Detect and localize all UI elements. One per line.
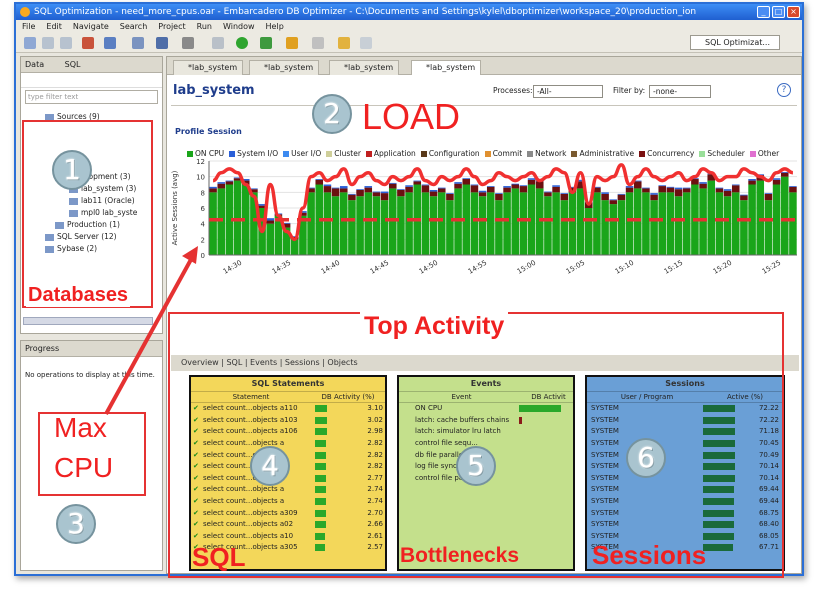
callout-badge-6: 6 xyxy=(626,438,666,478)
max-cpu-arrow-line xyxy=(104,253,196,415)
bottlenecks-annotation: Bottlenecks xyxy=(400,544,520,567)
sql-annotation: SQL xyxy=(192,542,246,572)
callout-badge-3: 3 xyxy=(56,504,96,544)
callout-badge-4: 4 xyxy=(250,446,290,486)
callout-badge-5: 5 xyxy=(456,446,496,486)
sessions-annotation: Sessions xyxy=(592,540,707,570)
annotation-arrow xyxy=(104,246,198,415)
